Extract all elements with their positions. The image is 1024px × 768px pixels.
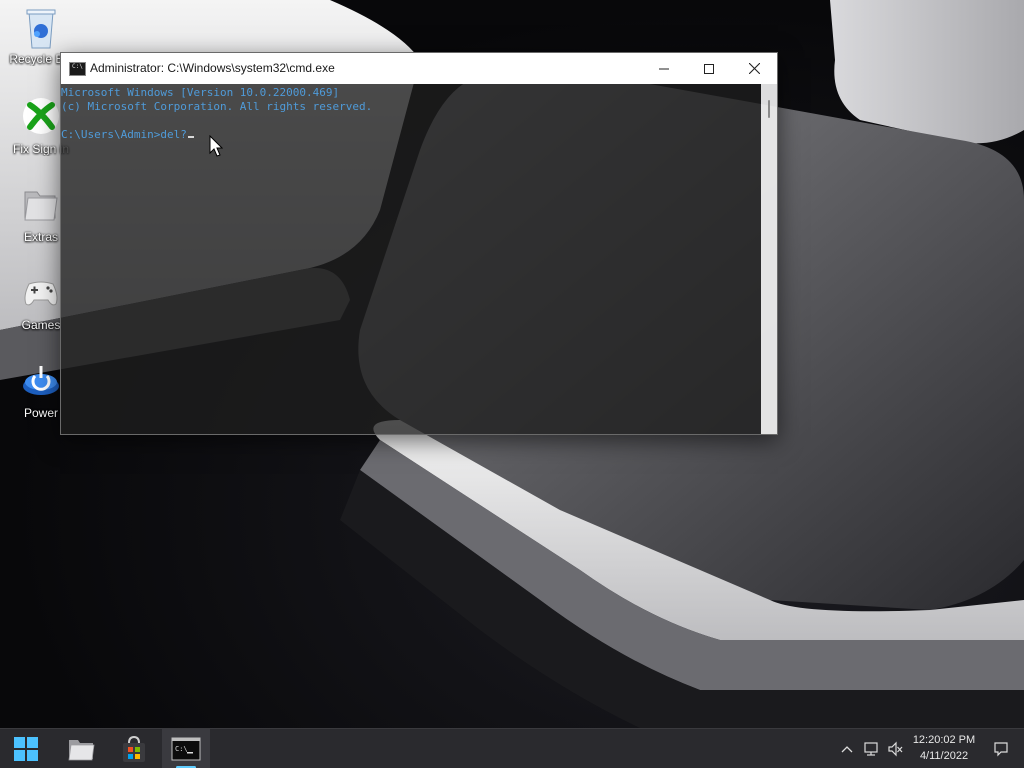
chevron-up-icon [841,746,853,753]
start-button[interactable] [2,729,50,768]
notification-button[interactable] [990,729,1012,768]
taskbar-command-prompt[interactable]: C:\ [162,729,210,768]
maximize-button[interactable] [686,53,732,84]
cmd-icon: C:\ [171,737,201,761]
taskbar-file-explorer[interactable] [57,729,105,768]
console-prompt-text: C:\Users\Admin>del? [61,128,187,141]
text-cursor [187,136,194,138]
window-title: Administrator: C:\Windows\system32\cmd.e… [90,61,335,75]
mouse-pointer-icon [209,135,223,157]
maximize-icon [704,63,714,74]
vertical-scrollbar[interactable] [761,84,777,434]
store-icon [123,735,145,762]
power-icon [21,360,61,400]
gamepad-icon [21,272,61,312]
window-titlebar[interactable]: C:\ Administrator: C:\Windows\system32\c… [61,53,777,84]
clock-time: 12:20:02 PM [912,734,976,746]
recycle-bin-icon [21,6,61,49]
minimize-button[interactable] [641,53,687,84]
cmd-window[interactable]: C:\ Administrator: C:\Windows\system32\c… [60,52,778,435]
taskbar: C:\ 12:20:02 PM 4/11/2022 [0,728,1024,768]
notification-icon [994,742,1008,757]
scrollbar-thumb[interactable] [768,100,770,118]
network-icon [864,742,878,756]
close-button[interactable] [731,53,777,84]
taskbar-clock[interactable]: 12:20:02 PM 4/11/2022 [904,732,984,764]
minimize-icon [659,68,669,69]
file-explorer-icon [68,740,95,761]
cmd-icon: C:\ [69,62,86,76]
folder-icon [21,184,61,224]
tray-network-button[interactable] [860,729,882,768]
console-line: Microsoft Windows [Version 10.0.22000.46… [61,86,340,99]
tray-volume-button[interactable] [884,729,906,768]
volume-muted-icon [888,741,903,757]
close-icon [748,63,760,74]
tray-overflow-button[interactable] [836,729,858,768]
taskbar-store[interactable] [110,729,158,768]
windows-start-icon [14,737,38,761]
clock-date: 4/11/2022 [919,750,969,762]
console-line: (c) Microsoft Corporation. All rights re… [61,100,373,113]
console-output[interactable]: Microsoft Windows [Version 10.0.22000.46… [61,84,761,434]
xbox-icon [21,96,61,136]
console-prompt-line[interactable]: C:\Users\Admin>del? [61,128,761,142]
svg-text:C:\: C:\ [175,745,188,753]
